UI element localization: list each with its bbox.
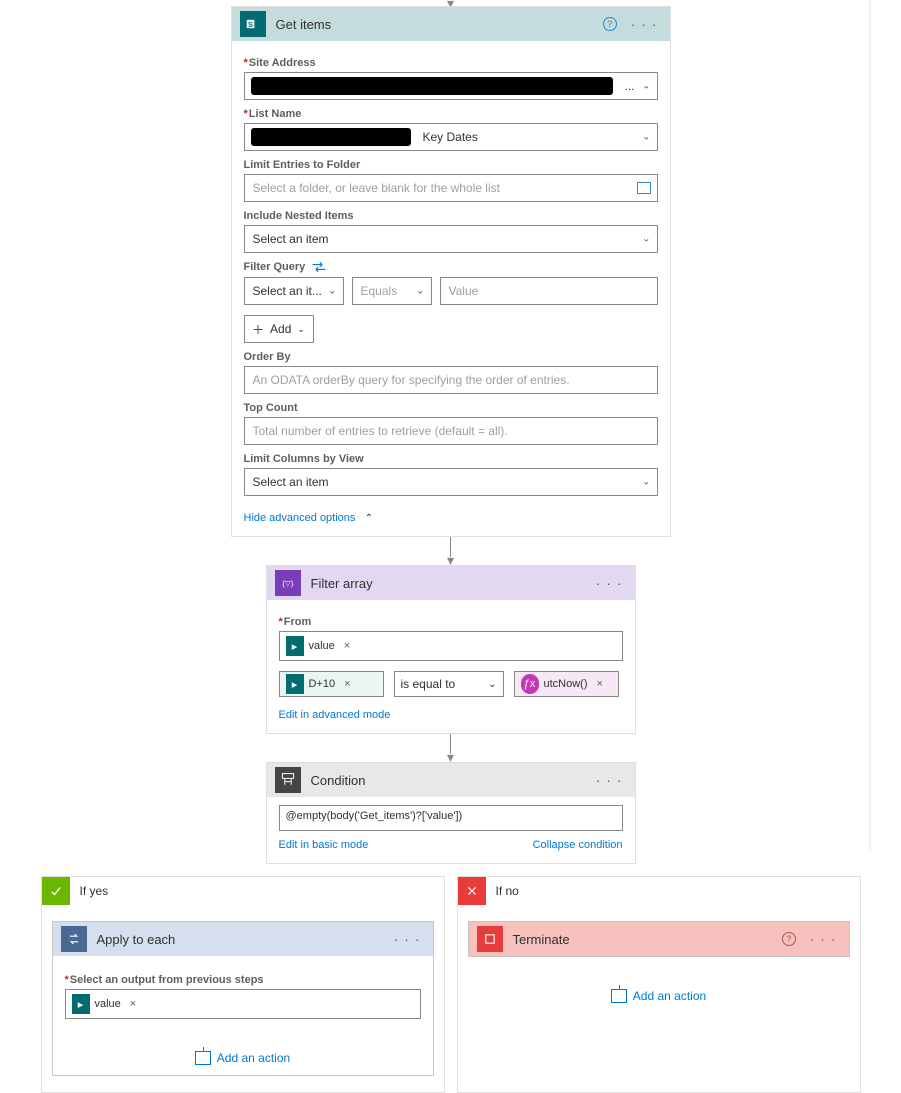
condition-title: Condition <box>311 773 366 788</box>
remove-token-icon[interactable]: × <box>126 998 140 1010</box>
terminate-icon <box>477 926 503 952</box>
edit-advanced-link[interactable]: Edit in advanced mode <box>279 709 391 721</box>
more-icon[interactable]: · · · <box>627 16 662 32</box>
apply-to-each-header[interactable]: Apply to each · · · <box>53 922 433 956</box>
more-icon[interactable]: · · · <box>592 772 627 788</box>
site-address-label: *Site Address <box>244 57 658 69</box>
filter-array-title: Filter array <box>311 576 373 591</box>
sharepoint-token-icon: ▸ <box>286 674 304 694</box>
get-items-card: S Get items ? · · · *Site Address ... ⌄ … <box>231 6 671 537</box>
if-yes-header: If yes <box>42 877 444 905</box>
hide-advanced-link[interactable]: Hide advanced options <box>244 512 356 524</box>
chevron-down-icon: ⌄ <box>642 81 650 92</box>
x-icon <box>458 877 486 905</box>
remove-token-icon[interactable]: × <box>340 640 354 652</box>
condition-card: Condition · · · @empty(body('Get_items')… <box>266 762 636 864</box>
chevron-down-icon: ⌄ <box>297 324 305 335</box>
swap-icon[interactable] <box>311 261 327 273</box>
terminate-header[interactable]: Terminate ? · · · <box>469 922 849 956</box>
more-icon[interactable]: · · · <box>592 575 627 591</box>
chevron-down-icon: ⌄ <box>488 679 496 690</box>
select-output-input[interactable]: ▸ value × <box>65 989 421 1019</box>
expression-token-icon: ƒx <box>521 674 539 694</box>
svg-text:{▽}: {▽} <box>282 579 293 588</box>
more-icon[interactable]: · · · <box>806 931 841 947</box>
add-action-icon <box>195 1051 211 1065</box>
list-name-input[interactable]: Key Dates ⌄ <box>244 123 658 151</box>
top-count-label: Top Count <box>244 402 658 414</box>
from-label: *From <box>279 616 623 628</box>
apply-to-each-title: Apply to each <box>97 932 176 947</box>
order-by-input[interactable]: An ODATA orderBy query for specifying th… <box>244 366 658 394</box>
filter-array-card: {▽} Filter array · · · *From ▸ value × ▸… <box>266 565 636 734</box>
condition-left-input[interactable]: ▸ D+10 × <box>279 671 384 697</box>
filter-operator-select[interactable]: Equals⌄ <box>352 277 432 305</box>
add-filter-button[interactable]: ＋ Add ⌄ <box>244 315 314 343</box>
list-name-label: *List Name <box>244 108 658 120</box>
condition-icon <box>275 767 301 793</box>
filter-value-input[interactable]: Value <box>440 277 658 305</box>
plus-icon: ＋ <box>252 321 264 338</box>
apply-to-each-card: Apply to each · · · *Select an output fr… <box>52 921 434 1076</box>
arrow-down-icon: ▾ <box>447 752 454 762</box>
check-icon <box>42 877 70 905</box>
terminate-title: Terminate <box>513 932 570 947</box>
site-address-input[interactable]: ... ⌄ <box>244 72 658 100</box>
add-action-button[interactable]: Add an action <box>458 989 860 1003</box>
chevron-down-icon: ⌄ <box>642 477 650 488</box>
from-input[interactable]: ▸ value × <box>279 631 623 661</box>
d10-token[interactable]: ▸ D+10 × <box>286 674 355 694</box>
limit-columns-select[interactable]: Select an item ⌄ <box>244 468 658 496</box>
select-output-label: *Select an output from previous steps <box>65 974 421 986</box>
help-icon[interactable]: ? <box>782 932 796 946</box>
collapse-condition-link[interactable]: Collapse condition <box>533 839 623 851</box>
loop-icon <box>61 926 87 952</box>
if-no-header: If no <box>458 877 860 905</box>
filter-array-icon: {▽} <box>275 570 301 596</box>
condition-header[interactable]: Condition · · · <box>267 763 635 797</box>
remove-token-icon[interactable]: × <box>593 678 607 690</box>
limit-folder-label: Limit Entries to Folder <box>244 159 658 171</box>
limit-columns-label: Limit Columns by View <box>244 453 658 465</box>
help-icon[interactable]: ? <box>603 17 617 31</box>
sharepoint-token-icon: ▸ <box>286 636 304 656</box>
if-yes-branch: If yes Apply to each · · · *Select an ou… <box>41 876 445 1093</box>
condition-expression-input[interactable]: @empty(body('Get_items')?['value']) <box>279 805 623 831</box>
get-items-title: Get items <box>276 17 332 32</box>
chevron-down-icon: ⌄ <box>642 234 650 245</box>
order-by-label: Order By <box>244 351 658 363</box>
get-items-header[interactable]: S Get items ? · · · <box>232 7 670 41</box>
sharepoint-icon: S <box>240 11 266 37</box>
filter-column-select[interactable]: Select an it...⌄ <box>244 277 344 305</box>
chevron-up-icon: ⌃ <box>365 513 373 524</box>
more-icon[interactable]: · · · <box>390 931 425 947</box>
limit-folder-input[interactable]: Select a folder, or leave blank for the … <box>244 174 658 202</box>
folder-icon[interactable] <box>637 182 651 194</box>
include-nested-select[interactable]: Select an item ⌄ <box>244 225 658 253</box>
condition-operator-select[interactable]: is equal to⌄ <box>394 671 504 697</box>
if-yes-title: If yes <box>80 884 109 898</box>
filter-query-label: Filter Query <box>244 261 658 273</box>
if-no-branch: If no Terminate ? · · · Add an action <box>457 876 861 1093</box>
utcnow-token[interactable]: ƒx utcNow() × <box>521 674 607 694</box>
terminate-card: Terminate ? · · · <box>468 921 850 957</box>
remove-token-icon[interactable]: × <box>340 678 354 690</box>
sharepoint-token-icon: ▸ <box>72 994 90 1014</box>
if-no-title: If no <box>496 884 519 898</box>
condition-right-input[interactable]: ƒx utcNow() × <box>514 671 619 697</box>
svg-text:S: S <box>248 22 253 29</box>
value-token[interactable]: ▸ value × <box>286 636 355 656</box>
value-token[interactable]: ▸ value × <box>72 994 141 1014</box>
arrow-down-icon: ▾ <box>447 555 454 565</box>
add-action-button[interactable]: Add an action <box>65 1051 421 1065</box>
filter-array-header[interactable]: {▽} Filter array · · · <box>267 566 635 600</box>
add-action-icon <box>611 989 627 1003</box>
top-count-input[interactable]: Total number of entries to retrieve (def… <box>244 417 658 445</box>
edit-basic-link[interactable]: Edit in basic mode <box>279 839 369 851</box>
chevron-down-icon: ⌄ <box>642 132 650 143</box>
include-nested-label: Include Nested Items <box>244 210 658 222</box>
